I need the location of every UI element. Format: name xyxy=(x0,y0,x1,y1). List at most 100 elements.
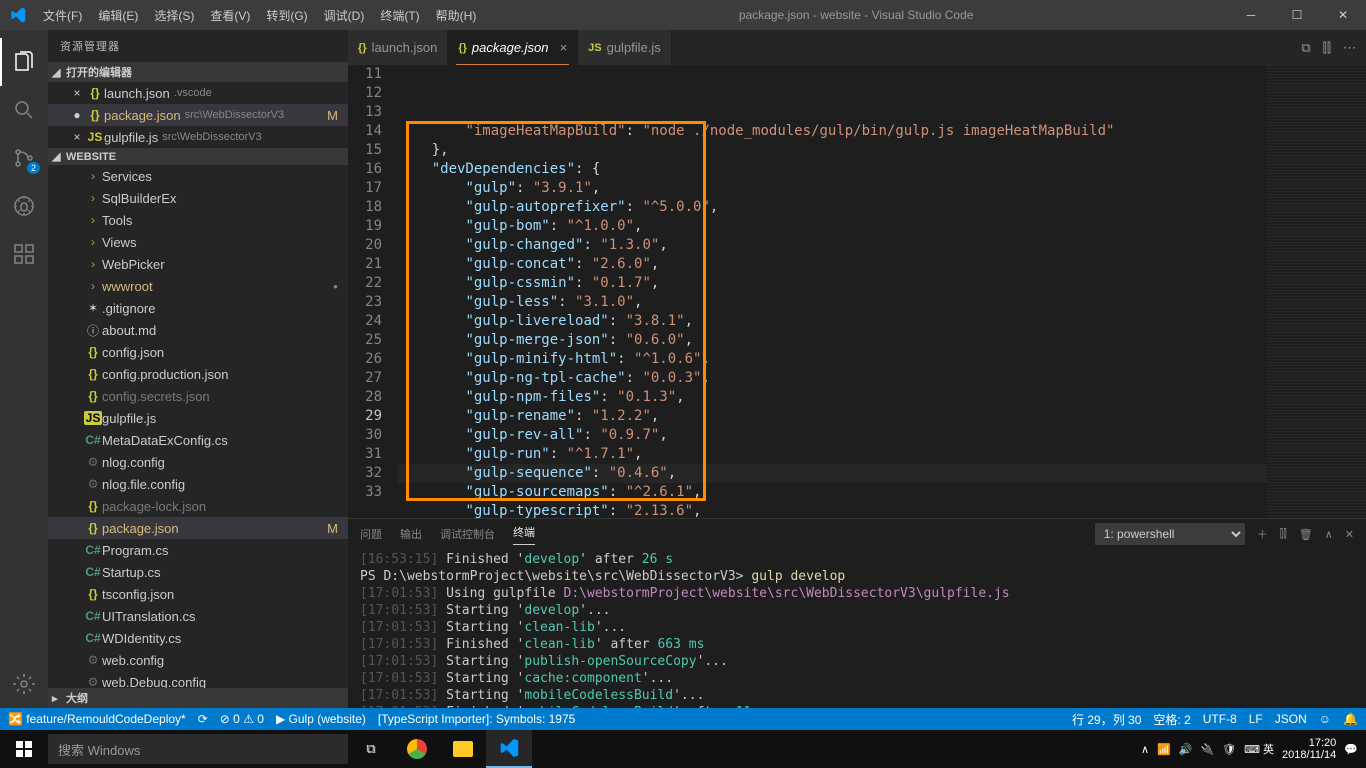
task-runner[interactable]: ▶ Gulp (website) xyxy=(276,712,366,726)
tree-item[interactable]: ›Tools xyxy=(48,209,348,231)
explorer-icon[interactable] xyxy=(0,38,48,86)
tree-item[interactable]: ⚙nlog.file.config xyxy=(48,473,348,495)
ts-importer: [TypeScript Importer]: Symbols: 1975 xyxy=(378,712,575,726)
tree-item[interactable]: C#WDIdentity.cs xyxy=(48,627,348,649)
editor-tab[interactable]: {}package.json× xyxy=(448,30,578,65)
terminal-output[interactable]: [16:53:15] Finished 'develop' after 26 s… xyxy=(348,549,1366,708)
code-area[interactable]: 1112131415161718192021222324252627282930… xyxy=(348,65,1366,518)
compare-icon[interactable]: ⫿⫿ xyxy=(1323,40,1331,56)
tree-item[interactable]: {}config.production.json xyxy=(48,363,348,385)
chrome-icon[interactable] xyxy=(394,730,440,768)
system-tray[interactable]: ∧ 📶 🔊 🔌 🛡 ⌨ 英 17:202018/11/14 💬 xyxy=(1141,737,1366,761)
vscode-logo-icon xyxy=(0,7,35,23)
open-editors-section[interactable]: ◢打开的编辑器 xyxy=(48,62,348,82)
volume-icon[interactable]: 🔊 xyxy=(1179,743,1193,756)
search-icon[interactable] xyxy=(0,86,48,134)
tree-item[interactable]: ⚙web.Debug.config xyxy=(48,671,348,688)
tree-item[interactable]: C#MetaDataExConfig.cs xyxy=(48,429,348,451)
source-control-icon[interactable]: 2 xyxy=(0,134,48,182)
menu-item[interactable]: 文件(F) xyxy=(35,7,90,24)
task-view-icon[interactable]: ⧉ xyxy=(348,730,394,768)
notifications-icon[interactable]: 🔔 xyxy=(1343,712,1358,726)
cursor-position[interactable]: 行 29，列 30 xyxy=(1072,711,1141,728)
panel-close-icon[interactable]: ✕ xyxy=(1345,528,1354,541)
terminal-selector[interactable]: 1: powershell xyxy=(1095,523,1245,545)
eol[interactable]: LF xyxy=(1249,712,1263,726)
sidebar-title: 资源管理器 xyxy=(48,30,348,62)
debug-icon[interactable] xyxy=(0,182,48,230)
security-icon[interactable]: 🛡 xyxy=(1222,743,1236,756)
tree-item[interactable]: {}tsconfig.json xyxy=(48,583,348,605)
action-center-icon[interactable]: 💬 xyxy=(1344,743,1358,756)
titlebar: 文件(F)编辑(E)选择(S)查看(V)转到(G)调试(D)终端(T)帮助(H)… xyxy=(0,0,1366,30)
menu-item[interactable]: 转到(G) xyxy=(258,7,315,24)
tree-item[interactable]: JSgulpfile.js xyxy=(48,407,348,429)
status-bar: 🔀 feature/RemouldCodeDeploy* ⟳ ⊘ 0 ⚠ 0 ▶… xyxy=(0,708,1366,730)
extensions-icon[interactable] xyxy=(0,230,48,278)
network-icon[interactable]: 📶 xyxy=(1157,743,1171,756)
git-branch[interactable]: 🔀 feature/RemouldCodeDeploy* xyxy=(8,712,186,726)
tree-item[interactable]: ›Views xyxy=(48,231,348,253)
menu-item[interactable]: 选择(S) xyxy=(146,7,202,24)
language-mode[interactable]: JSON xyxy=(1275,712,1307,726)
minimize-button[interactable]: ─ xyxy=(1228,0,1274,30)
feedback-icon[interactable]: ☺ xyxy=(1319,712,1331,726)
menu-item[interactable]: 查看(V) xyxy=(202,7,258,24)
workspace-section[interactable]: ◢WEBSITE xyxy=(48,148,348,165)
tree-item[interactable]: {}config.json xyxy=(48,341,348,363)
tree-item[interactable]: C#Program.cs xyxy=(48,539,348,561)
tray-up-icon[interactable]: ∧ xyxy=(1141,743,1149,756)
tree-item[interactable]: {}package.jsonM xyxy=(48,517,348,539)
panel-tab[interactable]: 输出 xyxy=(400,526,422,542)
tree-item[interactable]: {}config.secrets.json xyxy=(48,385,348,407)
open-editor-item[interactable]: ×{}launch.json.vscode xyxy=(48,82,348,104)
panel-tab[interactable]: 调试控制台 xyxy=(440,526,495,542)
menu-item[interactable]: 终端(T) xyxy=(372,7,427,24)
ime-indicator[interactable]: ⌨ 英 xyxy=(1244,741,1274,757)
tree-item[interactable]: ⚙nlog.config xyxy=(48,451,348,473)
editor-tab[interactable]: JSgulpfile.js xyxy=(578,30,672,65)
menu-item[interactable]: 帮助(H) xyxy=(428,7,485,24)
tree-item[interactable]: ⚙web.config xyxy=(48,649,348,671)
minimap[interactable] xyxy=(1266,65,1366,518)
battery-icon[interactable]: 🔌 xyxy=(1200,743,1214,756)
close-button[interactable]: ✕ xyxy=(1320,0,1366,30)
tree-item[interactable]: ✶.gitignore xyxy=(48,297,348,319)
tree-item[interactable]: {}package-lock.json xyxy=(48,495,348,517)
start-button[interactable] xyxy=(0,741,48,757)
tree-item[interactable]: ›Services xyxy=(48,165,348,187)
taskbar-search[interactable]: 搜索 Windows xyxy=(48,734,348,764)
encoding[interactable]: UTF-8 xyxy=(1203,712,1237,726)
tree-item[interactable]: ›SqlBuilderEx xyxy=(48,187,348,209)
panel-up-icon[interactable]: ∧ xyxy=(1325,528,1333,541)
tree-item[interactable]: ›WebPicker xyxy=(48,253,348,275)
window-title: package.json - website - Visual Studio C… xyxy=(484,8,1228,22)
editor-tab[interactable]: {}launch.json xyxy=(348,30,448,65)
more-icon[interactable]: ⋯ xyxy=(1343,40,1356,56)
split-terminal-icon[interactable]: ⫿⫿ xyxy=(1280,528,1287,541)
sync-icon[interactable]: ⟳ xyxy=(198,712,208,726)
clock[interactable]: 17:202018/11/14 xyxy=(1282,737,1336,761)
problems[interactable]: ⊘ 0 ⚠ 0 xyxy=(220,712,264,726)
trash-icon[interactable]: 🗑 xyxy=(1299,528,1313,541)
open-editor-item[interactable]: ×JSgulpfile.jssrc\WebDissectorV3 xyxy=(48,126,348,148)
explorer-taskbar-icon[interactable] xyxy=(440,730,486,768)
split-editor-icon[interactable]: ⧉ xyxy=(1301,40,1310,56)
vscode-taskbar-icon[interactable] xyxy=(486,730,532,768)
new-terminal-icon[interactable]: ＋ xyxy=(1257,526,1268,542)
menu-item[interactable]: 编辑(E) xyxy=(90,7,146,24)
open-editor-item[interactable]: ●{}package.jsonsrc\WebDissectorV3M xyxy=(48,104,348,126)
tree-item[interactable]: ›wwwroot● xyxy=(48,275,348,297)
tree-item[interactable]: C#Startup.cs xyxy=(48,561,348,583)
tree-item[interactable]: C#UITranslation.cs xyxy=(48,605,348,627)
settings-gear-icon[interactable] xyxy=(0,660,48,708)
outline-section[interactable]: ▸大纲 xyxy=(48,688,348,708)
panel-tab[interactable]: 问题 xyxy=(360,526,382,542)
tab-actions: ⧉ ⫿⫿ ⋯ xyxy=(1301,30,1366,65)
indentation[interactable]: 空格: 2 xyxy=(1153,711,1190,728)
menu-item[interactable]: 调试(D) xyxy=(316,7,373,24)
tree-item[interactable]: ⓘabout.md xyxy=(48,319,348,341)
editor-tabs: {}launch.json{}package.json×JSgulpfile.j… xyxy=(348,30,1366,65)
panel-tab[interactable]: 终端 xyxy=(513,524,535,545)
maximize-button[interactable]: ☐ xyxy=(1274,0,1320,30)
